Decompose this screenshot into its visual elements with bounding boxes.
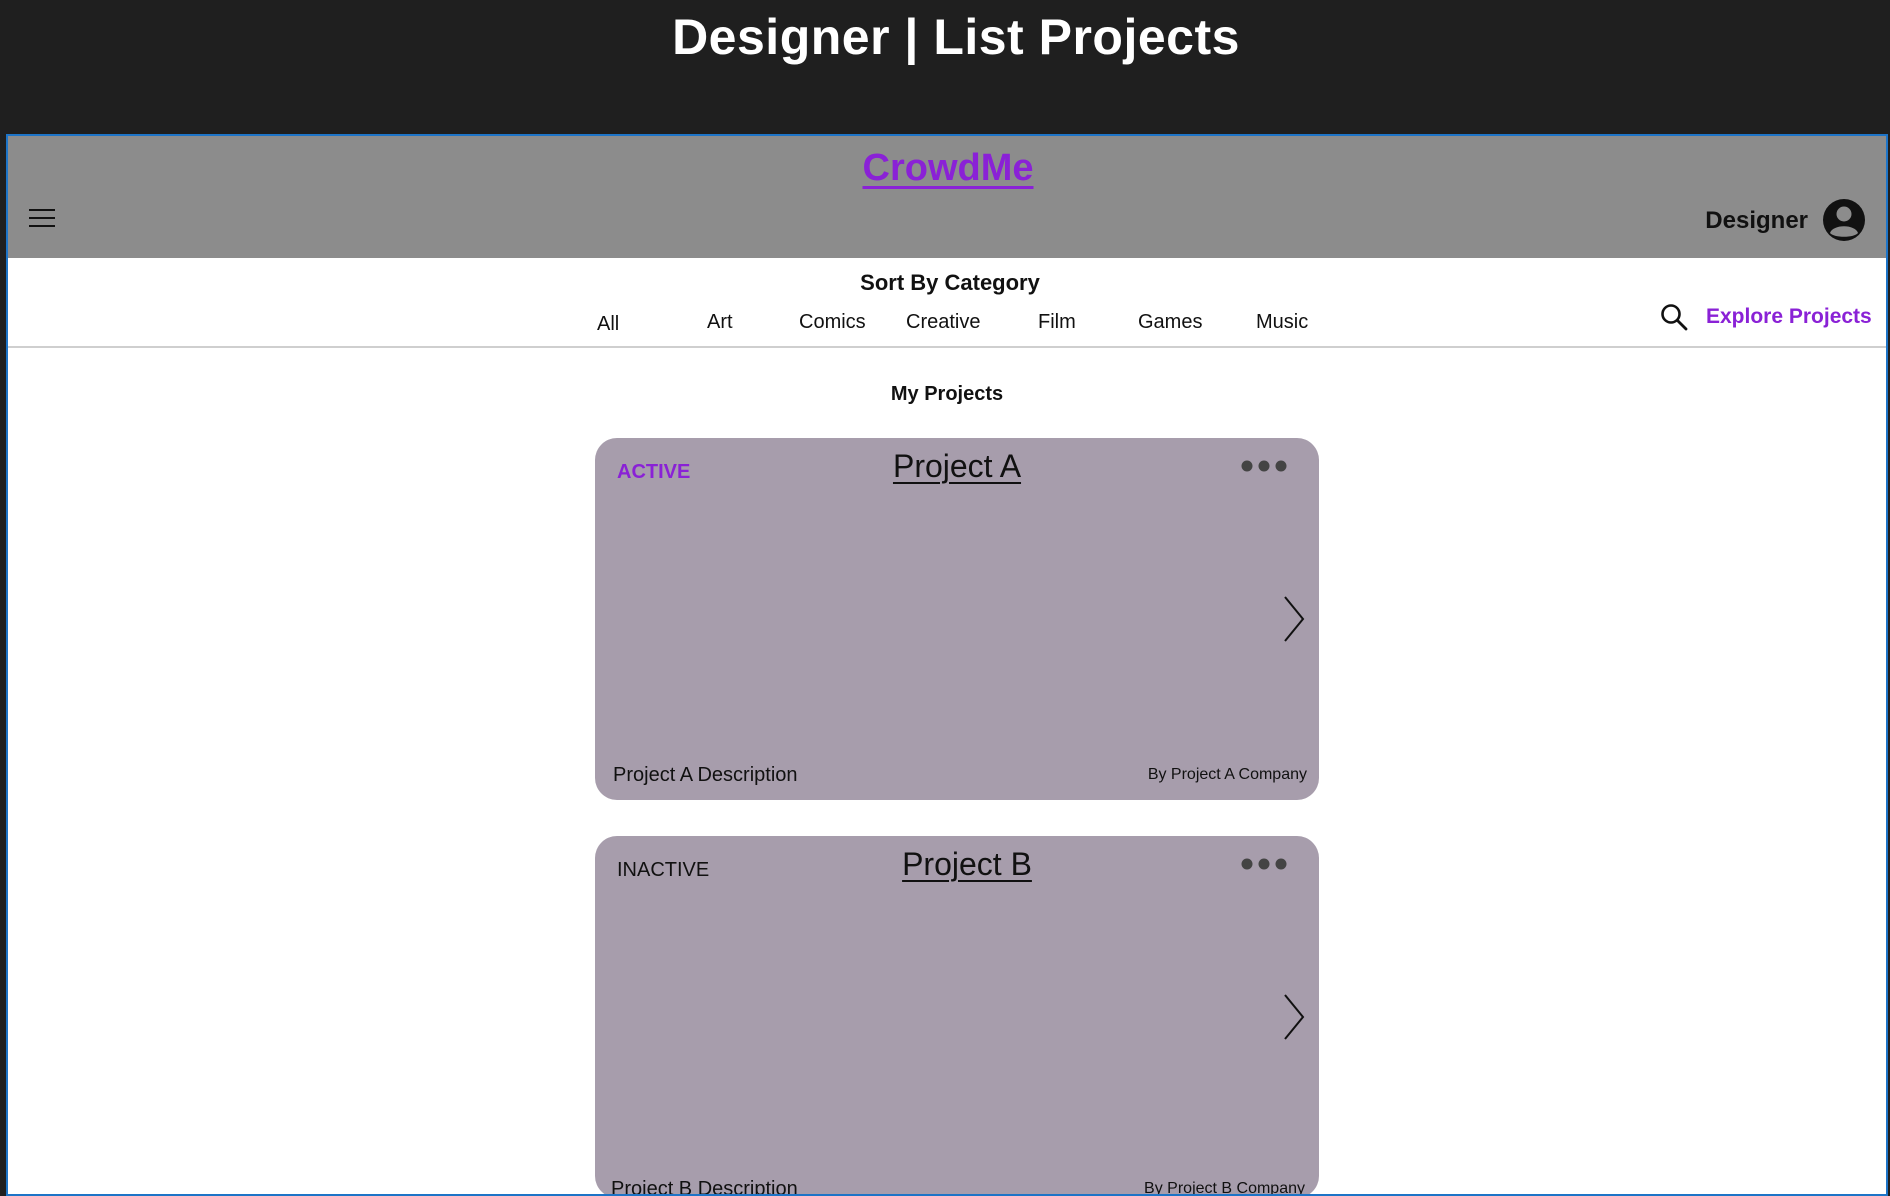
app-frame: CrowdMe Designer Sort By Category All Ar… (6, 134, 1888, 1196)
category-all[interactable]: All (597, 310, 619, 338)
app-header: CrowdMe Designer (8, 136, 1886, 258)
explore-projects-label: Explore Projects (1706, 305, 1872, 328)
explore-projects-link[interactable]: Explore Projects (1660, 301, 1872, 335)
project-card[interactable]: INACTIVE Project B Project B Description… (595, 836, 1319, 1196)
search-icon (1661, 304, 1688, 331)
project-title-link[interactable]: Project A (893, 448, 1021, 484)
banner-title: Designer | List Projects (672, 9, 1240, 65)
project-company: By Project B Company (1144, 1180, 1305, 1196)
brand-logo-link[interactable]: CrowdMe (863, 147, 1034, 189)
project-title-link[interactable]: Project B (902, 846, 1032, 882)
chevron-right-icon[interactable] (1281, 594, 1307, 644)
page-banner: Designer | List Projects (0, 0, 1890, 134)
category-creative[interactable]: Creative (906, 308, 980, 336)
project-title-wrapper: Project B (605, 844, 1319, 884)
project-company: By Project A Company (1147, 766, 1307, 783)
project-title-wrapper: Project A (595, 446, 1319, 486)
project-description: Project A Description (613, 764, 798, 786)
category-games[interactable]: Games (1138, 308, 1202, 336)
category-bar: Sort By Category All Art Comics Creative… (8, 258, 1886, 348)
category-film[interactable]: Film (1038, 308, 1076, 336)
my-projects-title: My Projects (890, 383, 1004, 405)
brand-wrapper: CrowdMe (8, 144, 1886, 192)
category-art[interactable]: Art (707, 308, 733, 336)
chevron-right-icon[interactable] (1281, 992, 1307, 1042)
project-card[interactable]: ACTIVE Project A Project A Description B… (595, 438, 1319, 800)
user-role-label: Designer (1705, 207, 1808, 234)
sort-by-category-title: Sort By Category (860, 270, 1040, 295)
project-description: Project B Description (611, 1178, 798, 1196)
more-options-icon[interactable] (1239, 854, 1289, 874)
user-avatar-icon[interactable] (1822, 198, 1866, 242)
category-comics[interactable]: Comics (799, 308, 866, 336)
more-options-icon[interactable] (1239, 456, 1289, 476)
category-music[interactable]: Music (1256, 308, 1308, 336)
hamburger-menu-icon[interactable] (28, 206, 56, 230)
